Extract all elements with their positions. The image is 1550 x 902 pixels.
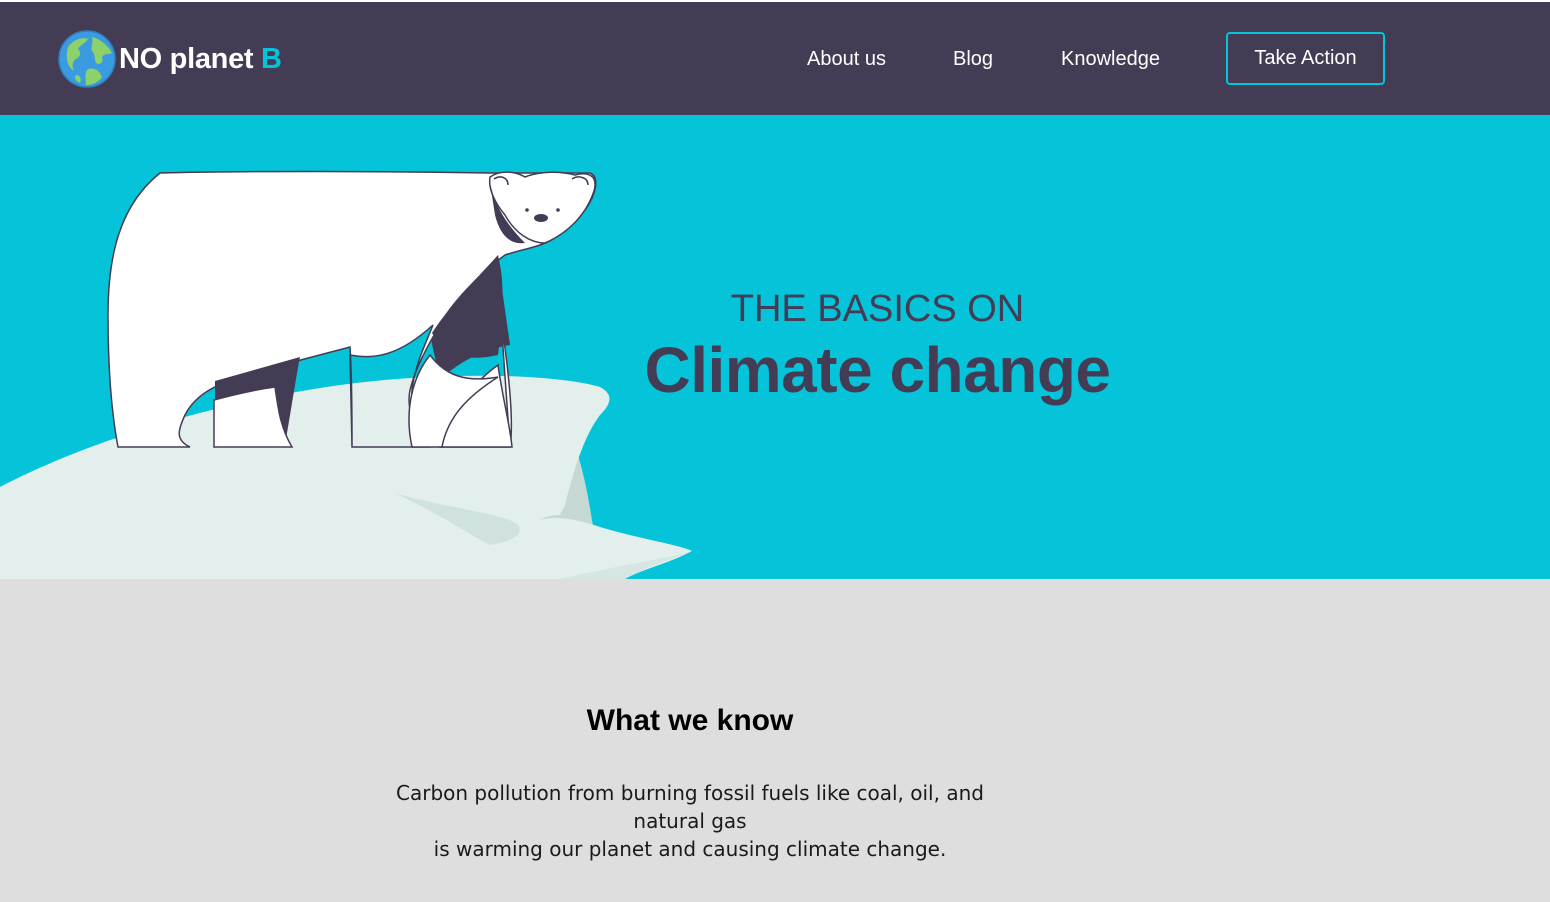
brand-name: NO planet B	[119, 42, 282, 75]
hero-section: THE BASICS ON Climate change	[0, 115, 1550, 579]
nav-blog[interactable]: Blog	[953, 47, 993, 71]
section-body-line-2: is warming our planet and causing climat…	[433, 837, 947, 861]
section-body-line-1: Carbon pollution from burning fossil fue…	[396, 781, 984, 833]
hero-title: Climate change	[644, 334, 1111, 406]
brand-logo[interactable]: NO planet B	[58, 29, 282, 89]
what-we-know-section: What we know Carbon pollution from burni…	[0, 579, 1550, 902]
site-header: NO planet B About us Blog Knowledge Take…	[0, 2, 1550, 115]
nav-about-us[interactable]: About us	[807, 47, 886, 71]
nav-knowledge[interactable]: Knowledge	[1061, 47, 1160, 71]
hero-kicker: THE BASICS ON	[730, 288, 1025, 330]
section-body: Carbon pollution from burning fossil fue…	[360, 779, 1020, 863]
earth-globe-icon	[58, 30, 116, 88]
take-action-button[interactable]: Take Action	[1226, 32, 1385, 85]
section-title: What we know	[586, 704, 794, 737]
brand-name-accent: B	[261, 42, 282, 75]
polar-bear-illustration	[0, 170, 692, 579]
